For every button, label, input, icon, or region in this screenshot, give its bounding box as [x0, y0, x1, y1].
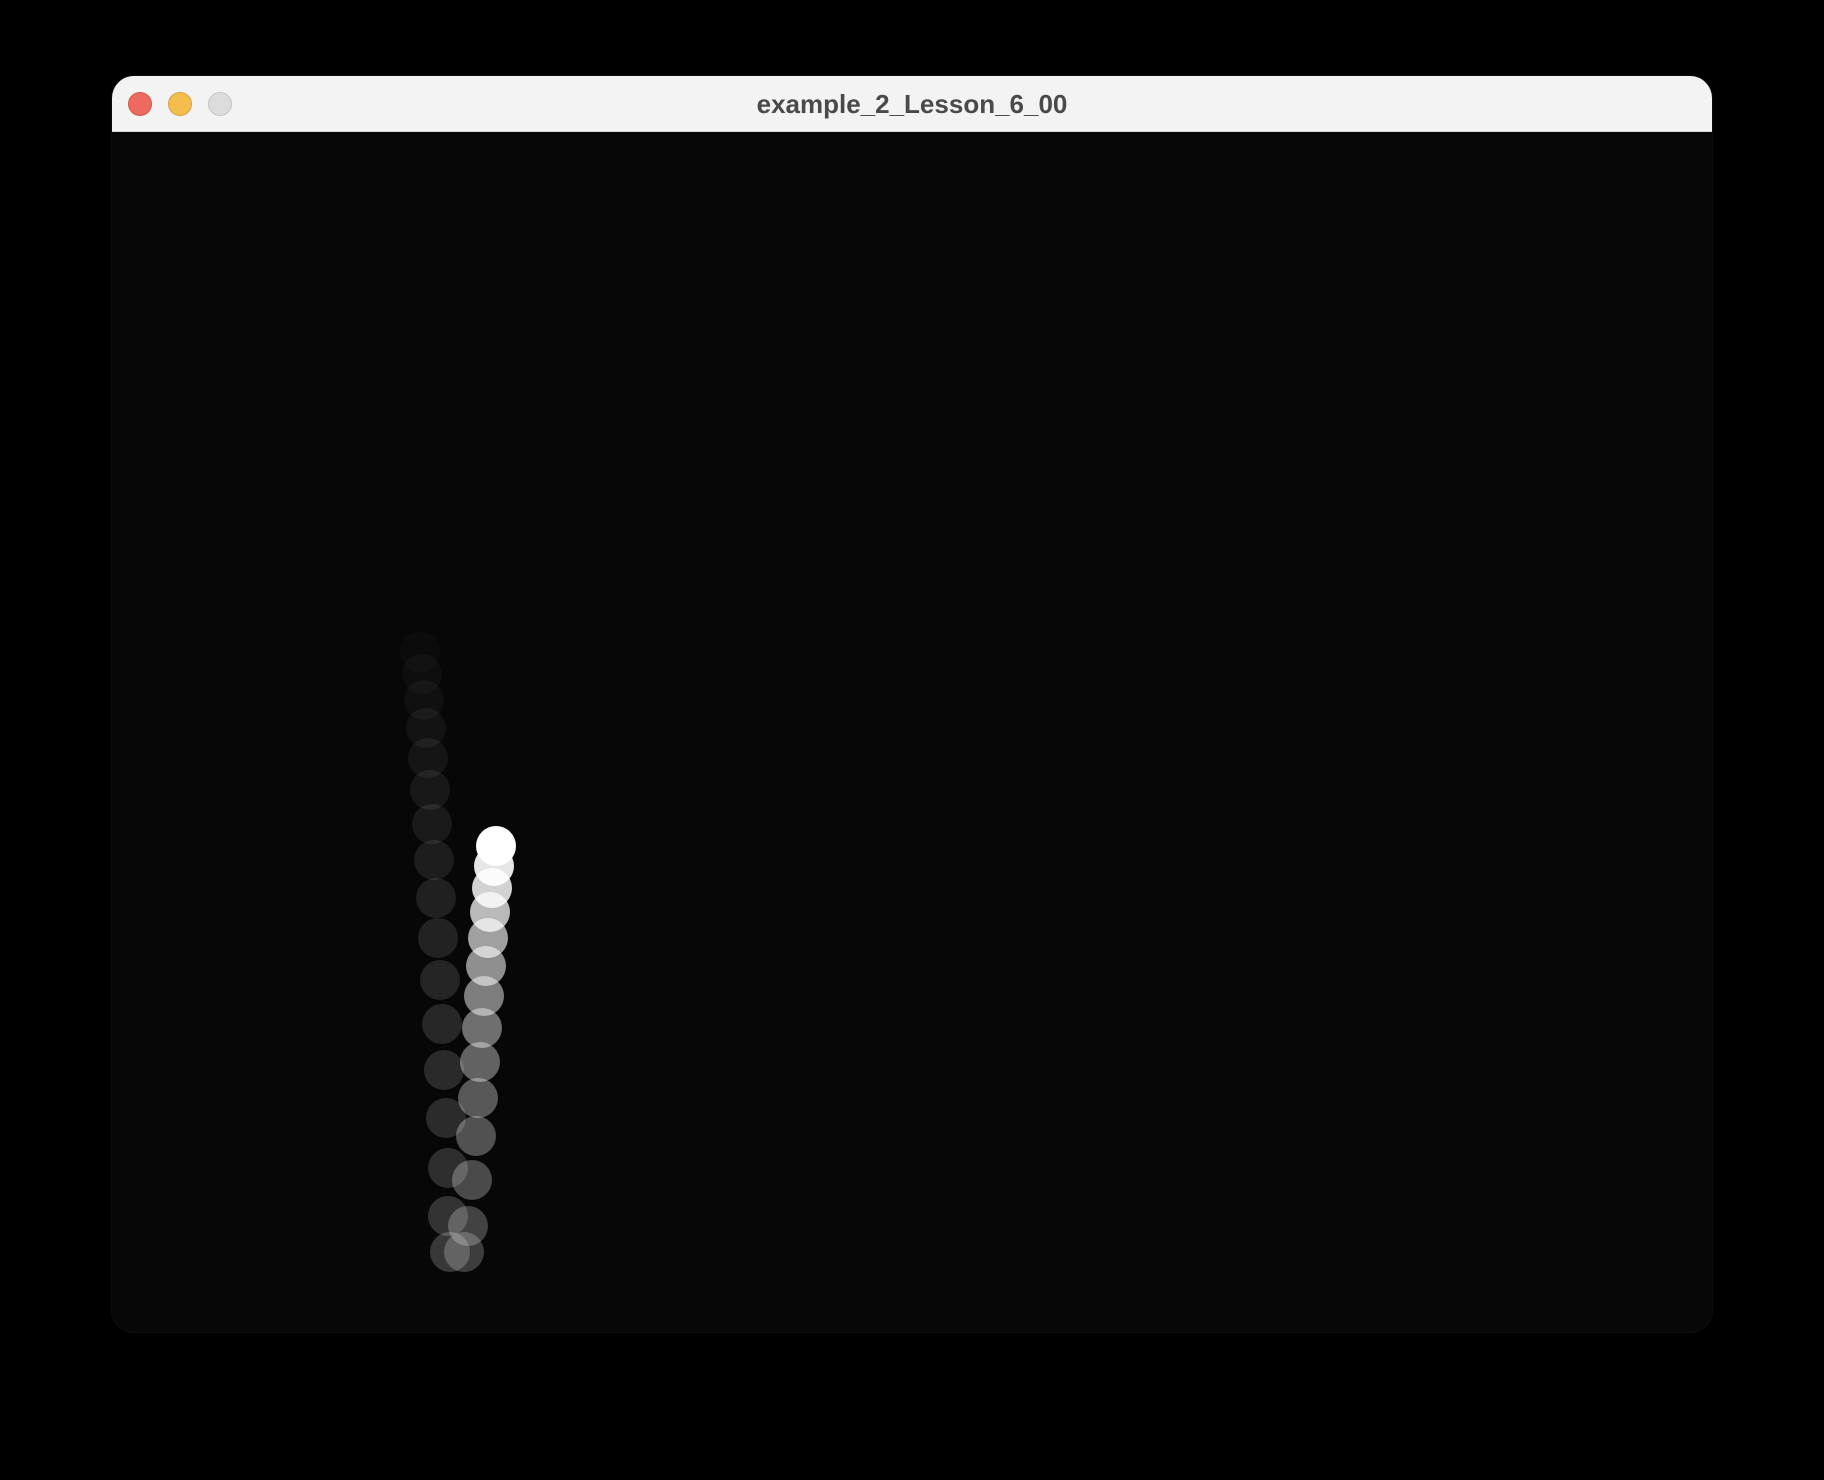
trail-circle	[418, 918, 458, 958]
trail-circle	[448, 1206, 488, 1246]
trail-circle	[458, 1078, 498, 1118]
trail-circle	[410, 770, 450, 810]
trail-circle	[416, 878, 456, 918]
trail-circle	[476, 826, 516, 866]
app-window: example_2_Lesson_6_00	[112, 76, 1712, 1332]
trail-circle	[422, 1004, 462, 1044]
trail-circle	[456, 1116, 496, 1156]
trail-circle	[424, 1050, 464, 1090]
window-title: example_2_Lesson_6_00	[756, 89, 1068, 119]
trail-drawing	[404, 680, 516, 1272]
sketch-canvas[interactable]	[112, 132, 1712, 1332]
title-bar[interactable]: example_2_Lesson_6_00	[112, 76, 1712, 132]
trail-circle	[412, 804, 452, 844]
trail-circle	[414, 840, 454, 880]
trail-circle	[420, 960, 460, 1000]
trail-circle	[452, 1160, 492, 1200]
trail-circle	[460, 1042, 500, 1082]
